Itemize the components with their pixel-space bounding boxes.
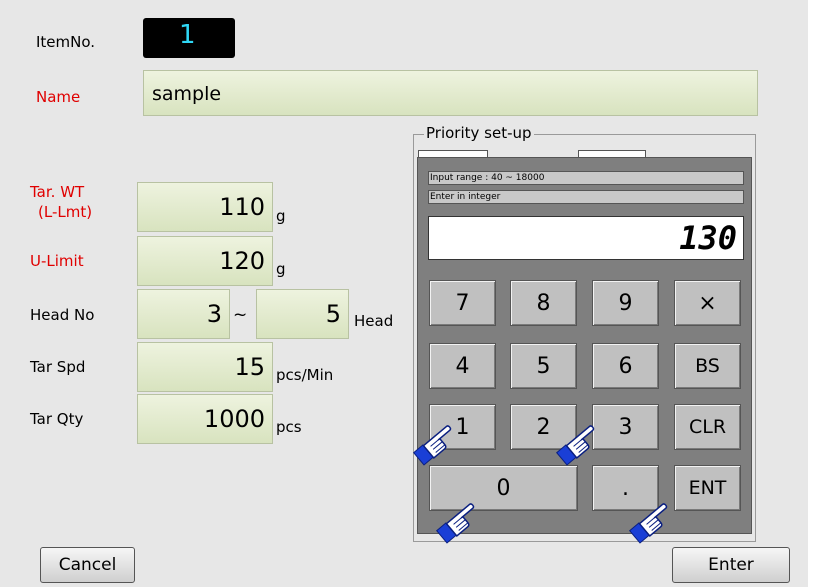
- key-clear[interactable]: CLR: [674, 404, 741, 450]
- right-border: [808, 0, 822, 587]
- itemno-display[interactable]: 1: [143, 18, 235, 58]
- pointing-hand-icon: [624, 496, 674, 546]
- numeric-keypad-panel: Input range : 40 ~ 18000 Enter in intege…: [417, 157, 752, 534]
- pointing-hand-icon: [408, 418, 458, 468]
- key-8[interactable]: 8: [510, 280, 577, 326]
- key-enter[interactable]: ENT: [674, 465, 741, 511]
- tarqty-field[interactable]: 1000: [137, 394, 273, 444]
- headno-unit: Head: [354, 312, 394, 330]
- enter-button[interactable]: Enter: [672, 547, 790, 583]
- headno-separator: ~: [233, 305, 248, 325]
- ulimit-label: U-Limit: [30, 252, 84, 270]
- key-7[interactable]: 7: [429, 280, 496, 326]
- keypad-display-value: 130: [679, 219, 737, 257]
- ulimit-value: 120: [219, 247, 265, 275]
- keypad-hint-text: Enter in integer: [428, 190, 744, 204]
- headno-label: Head No: [30, 306, 95, 324]
- ulimit-unit: g: [276, 260, 286, 278]
- tarwt-unit: g: [276, 207, 286, 225]
- headno-to-field[interactable]: 5: [256, 289, 349, 339]
- name-field[interactable]: sample: [143, 70, 758, 116]
- ulimit-field[interactable]: 120: [137, 236, 273, 286]
- itemno-label: ItemNo.: [36, 33, 96, 51]
- key-5[interactable]: 5: [510, 343, 577, 389]
- tarqty-unit: pcs: [276, 418, 302, 436]
- tarwt-label-line2: (L-Lmt): [38, 203, 93, 221]
- keypad-range-text: Input range : 40 ~ 18000: [428, 171, 744, 185]
- tarwt-label-line1: Tar. WT: [30, 183, 85, 201]
- tarwt-field[interactable]: 110: [137, 182, 273, 232]
- key-backspace[interactable]: BS: [674, 343, 741, 389]
- tarspd-unit: pcs/Min: [276, 366, 334, 384]
- weighing-setup-screen: ItemNo. 1 Name sample Tar. WT (L-Lmt) 11…: [0, 0, 808, 587]
- name-value: sample: [152, 83, 222, 105]
- tarspd-field[interactable]: 15: [137, 342, 273, 392]
- headno-from-field[interactable]: 3: [137, 289, 230, 339]
- key-9[interactable]: 9: [592, 280, 659, 326]
- cancel-button[interactable]: Cancel: [40, 547, 135, 583]
- tarspd-value: 15: [234, 353, 265, 381]
- keypad-display: 130: [428, 216, 744, 260]
- priority-label: Priority set-up: [424, 124, 534, 142]
- pointing-hand-icon: [431, 496, 481, 546]
- headno-to-value: 5: [325, 300, 341, 328]
- key-multiply[interactable]: ×: [674, 280, 741, 326]
- key-3[interactable]: 3: [592, 404, 659, 450]
- key-4[interactable]: 4: [429, 343, 496, 389]
- itemno-value: 1: [179, 20, 196, 50]
- name-label: Name: [36, 88, 81, 106]
- headno-from-value: 3: [206, 300, 222, 328]
- pointing-hand-icon: [551, 418, 601, 468]
- key-6[interactable]: 6: [592, 343, 659, 389]
- tarqty-value: 1000: [203, 405, 265, 433]
- tarwt-label: Tar. WT (L-Lmt): [30, 182, 92, 222]
- tarwt-value: 110: [219, 193, 265, 221]
- tarspd-label: Tar Spd: [30, 358, 86, 376]
- tarqty-label: Tar Qty: [30, 410, 84, 428]
